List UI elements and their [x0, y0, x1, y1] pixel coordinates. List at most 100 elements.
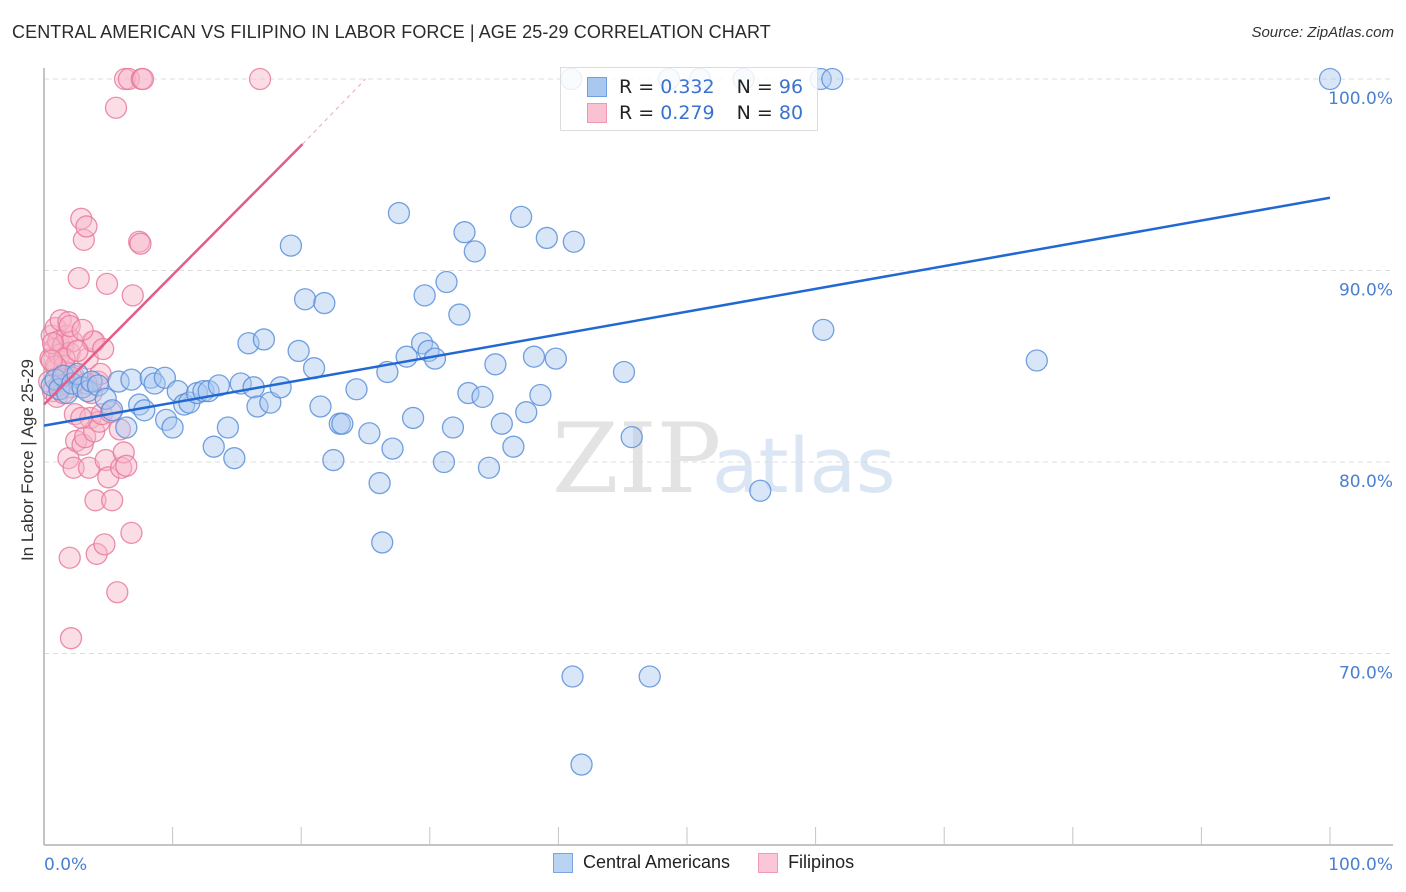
- central-americans-point: [522, 345, 546, 368]
- central-americans-point: [387, 201, 411, 225]
- filipinos-point: [93, 533, 116, 556]
- central-americans-point: [561, 665, 584, 688]
- central-americans-point: [287, 339, 310, 363]
- central-americans-point: [515, 401, 538, 424]
- central-americans-point: [812, 318, 835, 342]
- legend-item-central-americans[interactable]: Central Americans: [553, 852, 730, 873]
- central-americans-point: [309, 395, 332, 418]
- pink-swatch-icon: [758, 852, 779, 873]
- central-americans-point: [562, 230, 585, 253]
- filipinos-point: [59, 627, 83, 650]
- central-americans-point: [371, 531, 394, 554]
- filipinos-points: [37, 67, 272, 650]
- filipinos-point: [248, 67, 272, 91]
- legend-r-value: 0.332: [660, 76, 715, 98]
- central-americans-point: [509, 205, 533, 229]
- filipinos-point: [67, 267, 90, 290]
- y-tick-label: 90.0%: [1339, 281, 1393, 301]
- central-americans-point: [441, 416, 465, 439]
- legend-n-label: N =: [736, 102, 773, 124]
- y-tick-label: 70.0%: [1339, 664, 1393, 684]
- central-americans-point: [1318, 67, 1342, 91]
- central-americans-point: [413, 284, 436, 307]
- legend-item-filipinos[interactable]: Filipinos: [758, 852, 854, 873]
- central-americans-point: [269, 376, 292, 399]
- y-tick-label: 80.0%: [1339, 472, 1393, 492]
- central-americans-point: [484, 353, 507, 376]
- central-americans-point: [202, 435, 225, 458]
- central-americans-point: [453, 221, 476, 244]
- central-americans-point: [477, 456, 501, 479]
- legend-r-label: R =: [619, 102, 655, 124]
- filipinos-trend-line-extension: [302, 78, 366, 145]
- central-americans-point: [216, 416, 240, 439]
- y-tick-labels: 70.0% 80.0% 90.0% 100.0%: [1328, 89, 1393, 684]
- series-legend: Central Americans Filipinos: [553, 852, 882, 873]
- central-americans-point: [313, 291, 336, 315]
- filipinos-point: [104, 96, 128, 119]
- central-americans-point: [368, 471, 391, 495]
- central-americans-point: [381, 437, 404, 460]
- legend-r-value: 0.279: [660, 102, 715, 124]
- central-americans-point: [612, 360, 636, 384]
- central-americans-point: [293, 288, 317, 311]
- central-americans-point: [432, 450, 456, 474]
- x-tick-label-min: 0.0%: [44, 855, 87, 875]
- central-americans-point: [620, 425, 643, 449]
- central-americans-point: [490, 412, 513, 435]
- central-americans-point: [120, 368, 143, 391]
- legend-n-label: N =: [736, 76, 773, 98]
- filipinos-point: [75, 215, 98, 238]
- central-americans-point: [535, 226, 558, 250]
- filipinos-point: [129, 232, 152, 255]
- legend-r-label: R =: [619, 76, 655, 98]
- central-americans-point: [749, 479, 772, 502]
- central-americans-point: [322, 448, 345, 472]
- correlation-legend: R = 0.332 N = 96 R = 0.279 N = 80: [560, 67, 818, 131]
- grid: [44, 78, 1393, 654]
- filipinos-point: [58, 546, 81, 569]
- central-americans-point: [279, 234, 303, 257]
- legend-label: Filipinos: [788, 852, 855, 872]
- central-americans-point: [252, 328, 276, 351]
- legend-n-value: 80: [778, 102, 804, 124]
- watermark-zip: ZIP: [552, 403, 721, 515]
- y-tick-label: 100.0%: [1328, 89, 1393, 109]
- blue-swatch-icon: [587, 77, 607, 97]
- central-americans-point: [345, 378, 368, 401]
- legend-n-value: 96: [778, 76, 804, 98]
- central-americans-point: [331, 412, 354, 435]
- filipinos-point: [131, 67, 155, 91]
- pink-swatch-icon: [587, 103, 607, 123]
- legend-row-filipinos: R = 0.279 N = 80: [587, 101, 803, 125]
- central-americans-point: [638, 665, 661, 688]
- filipinos-point: [101, 489, 124, 512]
- filipinos-point: [120, 521, 143, 545]
- filipinos-point: [92, 337, 115, 361]
- filipinos-point: [95, 272, 119, 296]
- central-americans-point: [471, 385, 494, 409]
- central-americans-point: [1025, 349, 1048, 372]
- y-axis-label: In Labor Force | Age 25-29: [18, 359, 37, 561]
- central-americans-point: [161, 416, 184, 439]
- central-americans-point: [570, 753, 593, 776]
- filipinos-point: [71, 318, 94, 342]
- central-americans-point: [401, 406, 425, 430]
- blue-swatch-icon: [553, 852, 573, 873]
- central-americans-point: [821, 67, 844, 91]
- filipinos-point: [115, 454, 138, 477]
- central-americans-point: [529, 383, 552, 407]
- legend-label: Central Americans: [583, 852, 731, 872]
- scatter-chart: ZIP atlas 70.0% 80.0% 90.0% 100.0% 0.0% 100…: [37, 67, 1393, 875]
- central-americans-point: [115, 416, 138, 439]
- central-americans-point: [544, 347, 567, 370]
- filipinos-point: [121, 284, 144, 307]
- central-americans-point: [463, 240, 486, 263]
- central-americans-trend-line: [43, 196, 1331, 427]
- legend-row-central-americans: R = 0.332 N = 96: [587, 75, 803, 99]
- central-americans-point: [358, 422, 381, 445]
- central-americans-point: [448, 303, 471, 326]
- filipinos-point: [106, 581, 129, 604]
- filipinos-point: [66, 339, 89, 363]
- x-tick-label-max: 100.0%: [1328, 855, 1393, 875]
